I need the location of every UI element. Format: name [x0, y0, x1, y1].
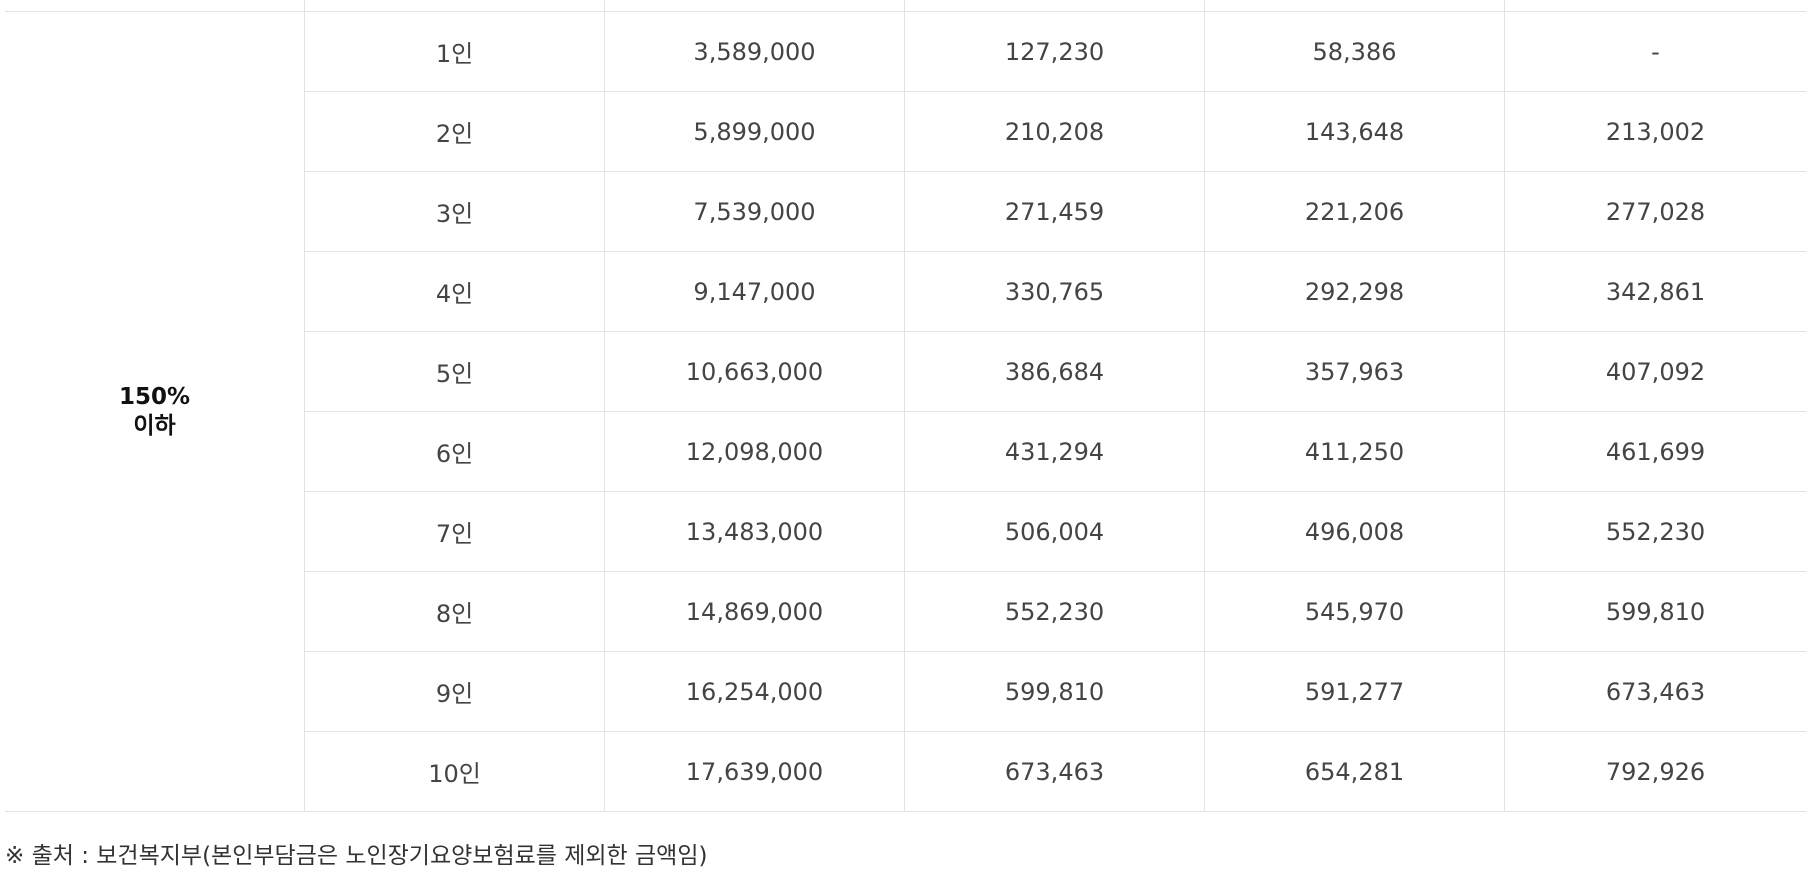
value-cell: 127,230: [905, 12, 1205, 92]
table-top-strip: [5, 0, 1806, 12]
value-cell: 496,008: [1205, 492, 1505, 572]
income-cell: 9,147,000: [605, 252, 905, 332]
household-size-cell: 5인: [305, 332, 605, 412]
income-cell: 17,639,000: [605, 732, 905, 812]
value-cell: 407,092: [1505, 332, 1806, 412]
income-table: 150% 이하 1인 3,589,000 127,230 58,386 - 2인…: [5, 0, 1806, 812]
value-cell: 552,230: [1505, 492, 1806, 572]
income-cell: 13,483,000: [605, 492, 905, 572]
value-cell: 673,463: [1505, 652, 1806, 732]
income-cell: 10,663,000: [605, 332, 905, 412]
household-size-cell: 8인: [305, 572, 605, 652]
income-cell: 12,098,000: [605, 412, 905, 492]
value-cell: 357,963: [1205, 332, 1505, 412]
income-cell: 5,899,000: [605, 92, 905, 172]
value-cell: 599,810: [1505, 572, 1806, 652]
income-cell: 7,539,000: [605, 172, 905, 252]
value-cell: 386,684: [905, 332, 1205, 412]
household-size-cell: 3인: [305, 172, 605, 252]
household-size-cell: 2인: [305, 92, 605, 172]
table-body: 150% 이하 1인 3,589,000 127,230 58,386 - 2인…: [5, 12, 1806, 812]
value-cell: 342,861: [1505, 252, 1806, 332]
income-cell: 16,254,000: [605, 652, 905, 732]
value-cell: 673,463: [905, 732, 1205, 812]
value-cell: 552,230: [905, 572, 1205, 652]
value-cell: 292,298: [1205, 252, 1505, 332]
value-cell: 591,277: [1205, 652, 1505, 732]
value-cell: 330,765: [905, 252, 1205, 332]
income-cell: 3,589,000: [605, 12, 905, 92]
value-cell: 210,208: [905, 92, 1205, 172]
value-cell: 221,206: [1205, 172, 1505, 252]
source-footnote: ※ 출처 : 보건복지부(본인부담금은 노인장기요양보험료를 제외한 금액임): [5, 843, 708, 869]
value-cell: 58,386: [1205, 12, 1505, 92]
household-size-cell: 9인: [305, 652, 605, 732]
value-cell: 654,281: [1205, 732, 1505, 812]
household-size-cell: 4인: [305, 252, 605, 332]
value-cell: 271,459: [905, 172, 1205, 252]
value-cell: 599,810: [905, 652, 1205, 732]
value-cell: 506,004: [905, 492, 1205, 572]
household-size-cell: 1인: [305, 12, 605, 92]
value-cell: 143,648: [1205, 92, 1505, 172]
household-size-cell: 7인: [305, 492, 605, 572]
value-cell: 411,250: [1205, 412, 1505, 492]
group-label-cell: 150% 이하: [5, 12, 305, 812]
value-cell: 431,294: [905, 412, 1205, 492]
value-cell: 277,028: [1505, 172, 1806, 252]
value-cell: 213,002: [1505, 92, 1806, 172]
household-size-cell: 6인: [305, 412, 605, 492]
value-cell: 792,926: [1505, 732, 1806, 812]
value-cell: 461,699: [1505, 412, 1806, 492]
value-cell: 545,970: [1205, 572, 1505, 652]
income-cell: 14,869,000: [605, 572, 905, 652]
value-cell: -: [1505, 12, 1806, 92]
household-size-cell: 10인: [305, 732, 605, 812]
